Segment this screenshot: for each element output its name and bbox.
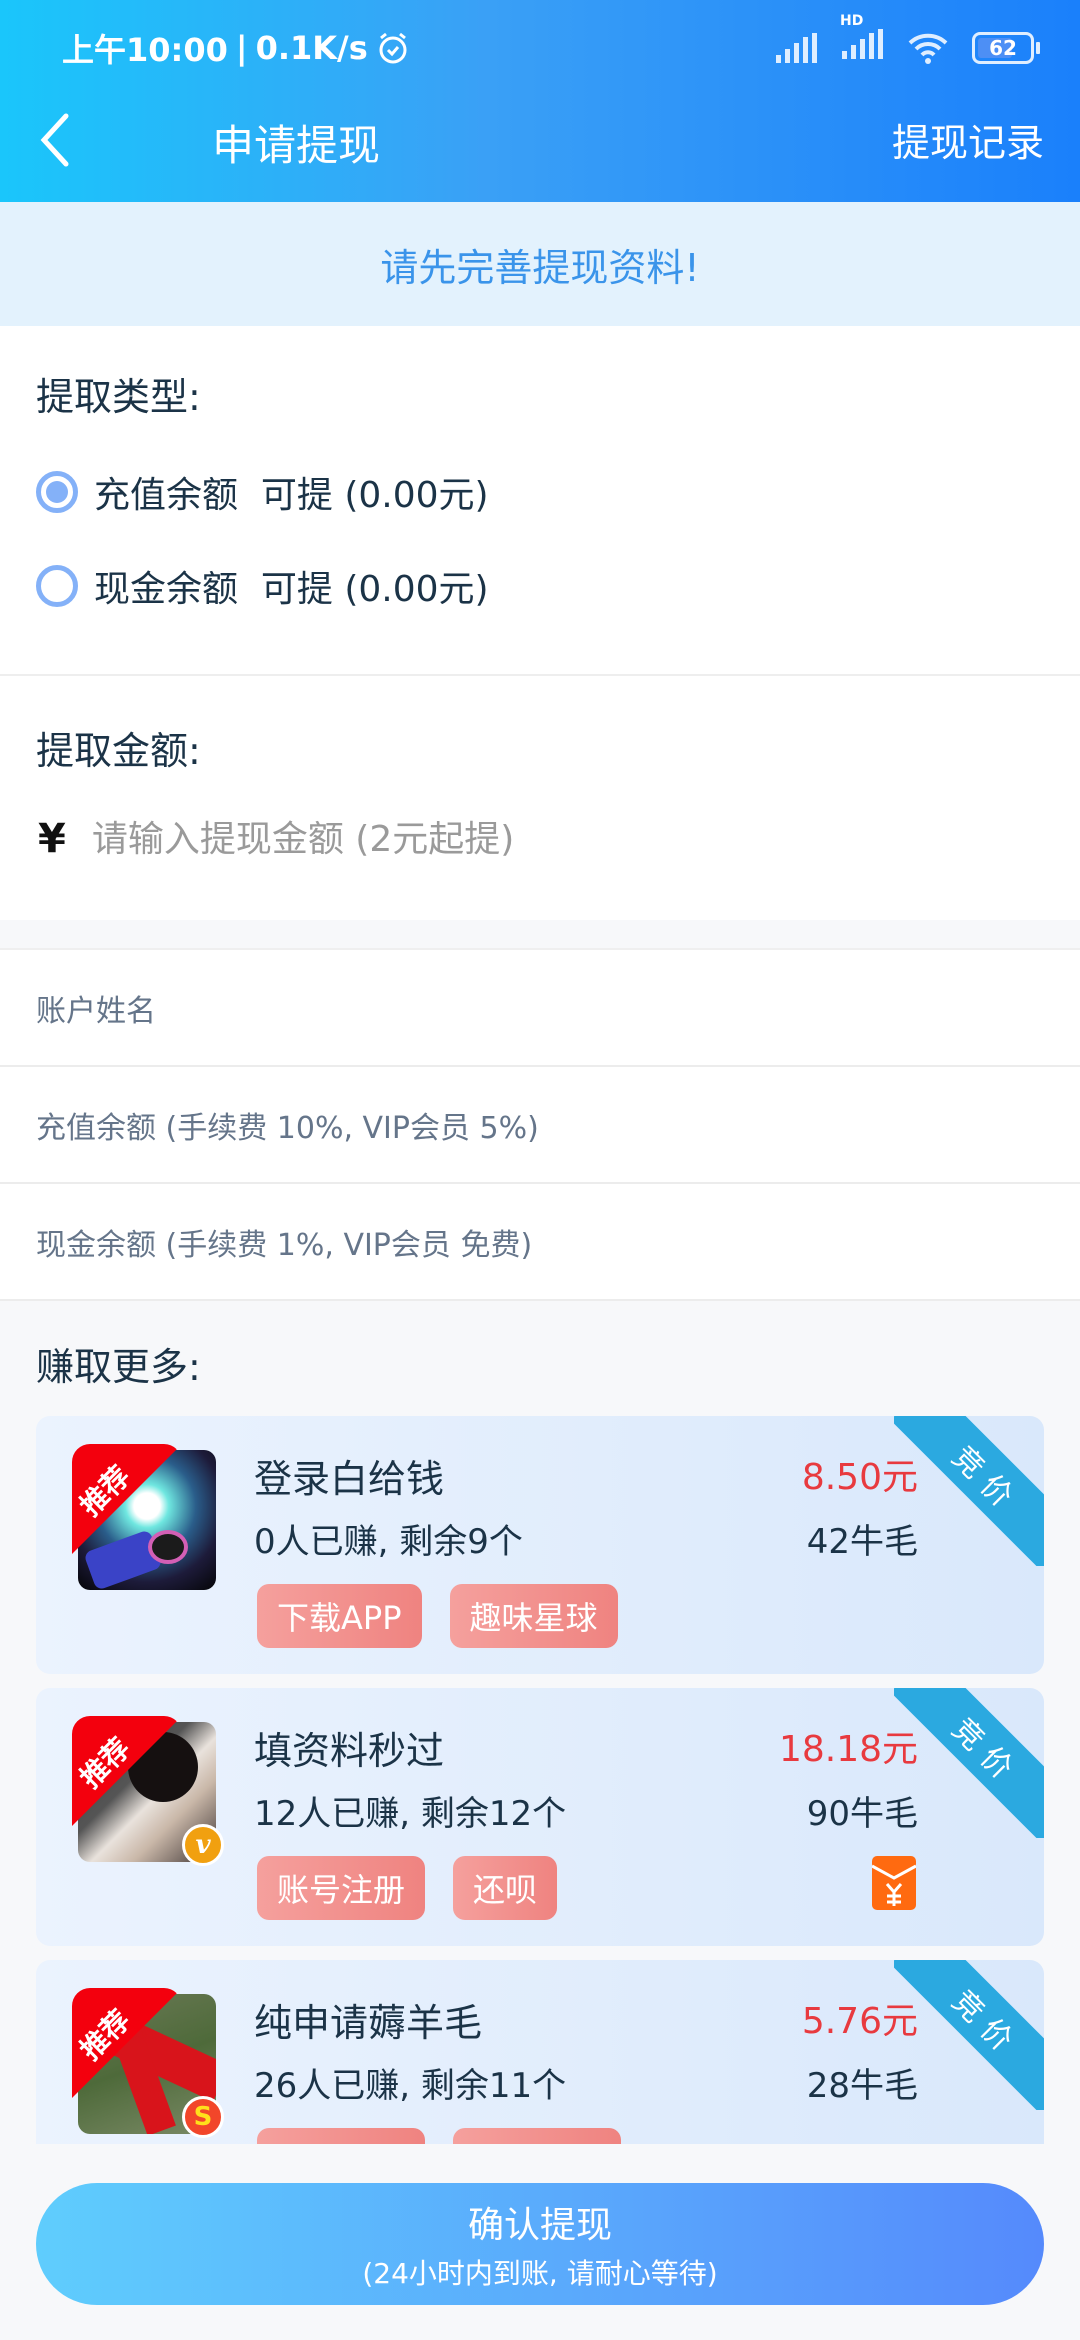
radio-recharge-balance[interactable]: 充值余额 可提 (0.00元) [36,466,489,518]
radio-checked-icon[interactable] [36,471,78,513]
task-list[interactable]: 推荐 登录白给钱 0人已赚, 剩余9个 8.50元 42牛毛 下载APP 趣味星… [36,1416,1044,2144]
cell-signal-icon [776,33,817,63]
hd-label: HD [840,13,864,29]
currency-symbol: ¥ [38,816,66,862]
bid-ribbon: 竞价 [894,1416,1044,1566]
battery-level: 62 [989,36,1017,60]
cash-balance-field[interactable]: 现金余额 (手续费 1%, VIP会员 免费) [0,1184,1080,1301]
nav-bar: 申请提现 提现记录 [0,100,1080,180]
page-title: 申请提现 [212,121,381,170]
network-speed: 0.1K/s [255,29,368,67]
red-envelope-icon [872,1856,916,1910]
radio-unchecked-icon[interactable] [36,565,78,607]
task-stats: 0人已赚, 剩余9个 [254,1522,523,1562]
status-time: 上午10:00 [62,31,228,69]
task-tag: 趣味星球 [449,1584,618,1648]
task-stats: 12人已赚, 剩余12个 [254,1794,567,1834]
status-divider: | [235,29,248,67]
task-tag [453,2128,621,2144]
back-icon[interactable] [34,110,84,170]
task-tag [257,2128,425,2144]
battery-icon: 62 [972,32,1040,64]
recharge-balance-field[interactable]: 充值余额 (手续费 10%, VIP会员 5%) [0,1067,1080,1184]
status-bar: 上午10:00 | 0.1K/s HD 62 [62,13,1040,69]
withdraw-type-label: 提取类型: [36,375,201,419]
radio-label: 充值余额 可提 (0.00元) [94,475,489,516]
vip-v-badge-icon: v [182,1824,224,1866]
withdraw-amount-section: 提取金额: ¥ [0,676,1080,920]
confirm-sublabel: (24小时内到账, 请耐心等待) [362,2257,718,2290]
bid-ribbon: 竞价 [894,1960,1044,2110]
confirm-withdraw-button[interactable]: 确认提现 (24小时内到账, 请耐心等待) [36,2183,1044,2305]
task-tag: 还呗 [453,1856,558,1920]
task-title: 登录白给钱 [254,1457,445,1501]
bid-ribbon: 竞价 [894,1688,1044,1838]
withdraw-amount-label: 提取金额: [36,729,201,773]
radio-label: 现金余额 可提 (0.00元) [94,569,489,610]
account-name-field[interactable]: 账户姓名 [0,950,1080,1067]
task-card[interactable]: 推荐 登录白给钱 0人已赚, 剩余9个 8.50元 42牛毛 下载APP 趣味星… [36,1416,1044,1674]
app-header: 上午10:00 | 0.1K/s HD 62 申请提现 提现记录 [0,0,1080,202]
notice-banner[interactable]: 请先完善提现资料! [0,202,1080,326]
task-card[interactable]: 推荐 v 填资料秒过 12人已赚, 剩余12个 18.18元 90牛毛 账号注册… [36,1688,1044,1946]
amount-input[interactable] [91,818,892,860]
task-stats: 26人已赚, 剩余11个 [254,2066,567,2106]
task-tag: 下载APP [257,1584,422,1648]
account-fields: 账户姓名 充值余额 (手续费 10%, VIP会员 5%) 现金余额 (手续费 … [0,948,1080,1301]
confirm-label: 确认提现 [467,2205,612,2246]
task-title: 填资料秒过 [254,1729,445,1773]
wifi-icon [908,33,948,64]
earn-more-title: 赚取更多: [36,1345,201,1389]
withdraw-history-link[interactable]: 提现记录 [892,112,1044,167]
s-badge-icon: S [182,2096,224,2138]
task-title: 纯申请薅羊毛 [254,2001,483,2045]
hd-signal-icon [842,29,883,59]
task-card[interactable]: 推荐 S 纯申请薅羊毛 26人已赚, 剩余11个 5.76元 28牛毛 竞价 [36,1960,1044,2144]
withdraw-type-section: 提取类型: 充值余额 可提 (0.00元) 现金余额 可提 (0.00元) [0,326,1080,676]
alarm-icon [379,32,407,64]
task-tag: 账号注册 [257,1856,426,1920]
radio-cash-balance[interactable]: 现金余额 可提 (0.00元) [36,560,489,612]
